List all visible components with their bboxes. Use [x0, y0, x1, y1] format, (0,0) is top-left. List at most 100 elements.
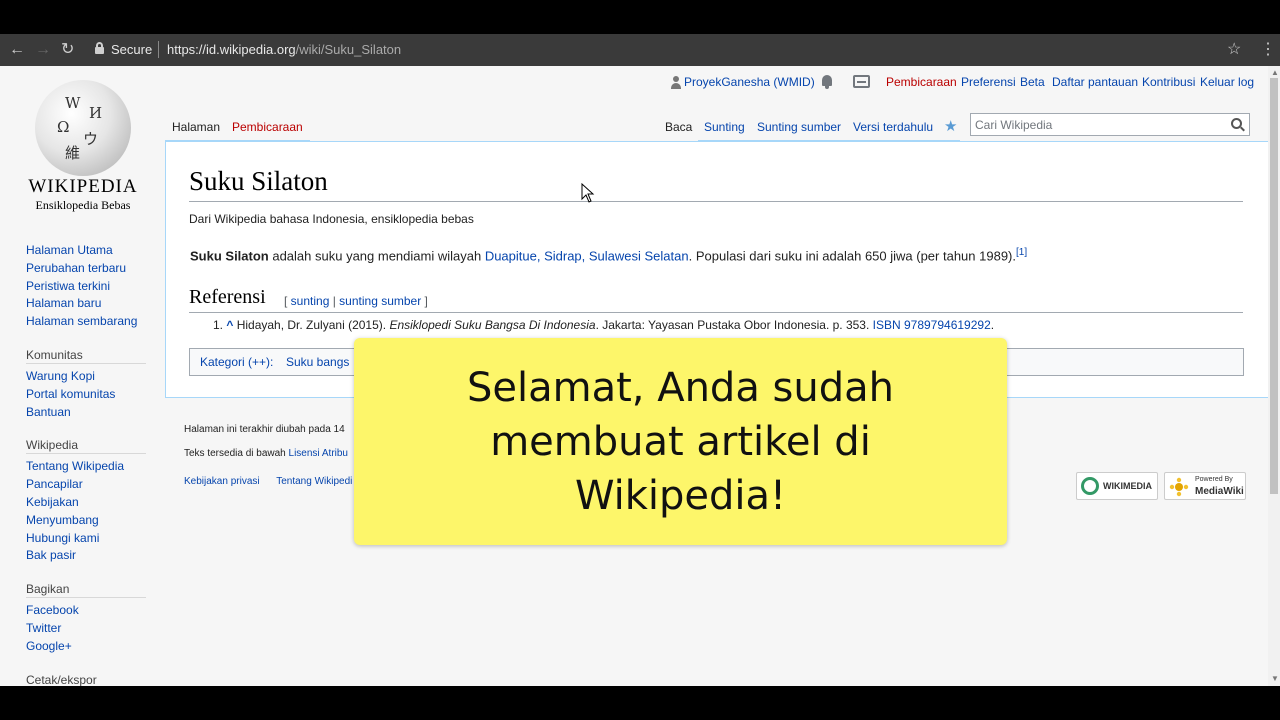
sidebar-item-about[interactable]: Tentang Wikipedia	[26, 458, 150, 476]
tab-edit-source[interactable]: Sunting sumber	[757, 120, 841, 134]
sidebar-item-policy[interactable]: Kebijakan	[26, 494, 150, 512]
sidebar-item-village-pump[interactable]: Warung Kopi	[26, 368, 150, 386]
sidebar-item-main-page[interactable]: Halaman Utama	[26, 242, 150, 260]
edit-source-section-link[interactable]: sunting sumber	[339, 294, 421, 308]
browser-toolbar: ← → ↻ Secure https://id.wikipedia.org/wi…	[0, 34, 1280, 66]
license-prefix: Teks tersedia di bawah	[184, 448, 289, 459]
personal-preferences-link[interactable]: Preferensi	[961, 75, 1016, 89]
ref-number: 1.	[213, 318, 227, 332]
footer-links: Kebijakan privasi Tentang Wikipedi	[184, 476, 366, 487]
personal-user-link[interactable]: ProyekGanesha (WMID)	[684, 75, 815, 89]
sidebar-item-googleplus[interactable]: Google+	[26, 638, 150, 656]
globe-glyph-icon: И	[89, 104, 103, 122]
search-input[interactable]	[971, 114, 1223, 135]
tab-history[interactable]: Versi terdahulu	[853, 120, 933, 134]
sidebar-item-community-portal[interactable]: Portal komunitas	[26, 386, 150, 404]
isbn-link[interactable]: ISBN 9789794619292	[873, 318, 991, 332]
reference-marker[interactable]: [1]	[1016, 247, 1027, 258]
sidebar-heading-wikipedia: Wikipedia	[26, 436, 146, 455]
license-link[interactable]: Lisensi Atribu	[289, 448, 348, 459]
notice-tray-icon[interactable]	[853, 75, 870, 88]
mediawiki-name-text: MediaWiki	[1195, 486, 1244, 497]
wikimedia-project-badge[interactable]: WIKIMEDIA	[1076, 472, 1158, 500]
personal-contributions-link[interactable]: Kontribusi	[1142, 75, 1195, 89]
search-box	[970, 113, 1250, 136]
sidebar-item-help[interactable]: Bantuan	[26, 404, 150, 422]
bold-term: Suku Silaton	[190, 248, 269, 264]
sidebar-item-facebook[interactable]: Facebook	[26, 602, 150, 620]
wikipedia-globe-logo[interactable]: W И Ω ウ 維	[35, 80, 131, 176]
back-arrow-icon[interactable]: ←	[9, 40, 25, 60]
wikimedia-badge-text: WIKIMEDIA	[1103, 481, 1152, 491]
logo-tagline: Ensiklopedia Bebas	[35, 198, 131, 212]
browser-menu-icon[interactable]: ⋮	[1260, 39, 1276, 59]
page-scrollbar[interactable]: ▲ ▼	[1268, 66, 1280, 686]
url-host: https://id.wikipedia.org	[167, 42, 296, 57]
bookmark-star-icon[interactable]: ☆	[1227, 39, 1241, 59]
globe-glyph-icon: W	[65, 94, 81, 112]
globe-glyph-icon: ウ	[83, 130, 99, 148]
sidebar-heading-print-export: Cetak/ekspor	[26, 671, 146, 686]
wikimedia-logo-icon	[1081, 477, 1099, 495]
congratulation-overlay: Selamat, Anda sudah membuat artikel di W…	[354, 338, 1007, 545]
sidebar-heading-community: Komunitas	[26, 346, 146, 364]
sidebar: Halaman Utama Perubahan terbaru Peristiw…	[26, 242, 150, 686]
notification-bell-icon[interactable]	[820, 74, 834, 90]
sidebar-item-random-page[interactable]: Halaman sembarang	[26, 313, 150, 331]
personal-beta-link[interactable]: Beta	[1020, 75, 1045, 89]
reference-item: 1. ^ Hidayah, Dr. Zulyani (2015). Ensikl…	[213, 318, 994, 332]
footer-privacy-link[interactable]: Kebijakan privasi	[184, 476, 260, 487]
user-icon	[671, 76, 681, 89]
sidebar-item-pillars[interactable]: Pancapilar	[26, 476, 150, 494]
tab-page[interactable]: Halaman	[172, 120, 220, 134]
watch-star-icon[interactable]: ★	[944, 117, 957, 135]
sidebar-item-new-pages[interactable]: Halaman baru	[26, 295, 150, 313]
place-link[interactable]: Duapitue, Sidrap, Sulawesi Selatan	[485, 248, 689, 263]
screen-top-bar	[0, 0, 1280, 34]
scroll-up-arrow-icon[interactable]: ▲	[1271, 68, 1279, 77]
heading-divider	[189, 201, 1243, 202]
url-path: /wiki/Suku_Silaton	[295, 42, 402, 57]
references-divider	[189, 312, 1243, 313]
scrollbar-thumb[interactable]	[1270, 78, 1278, 494]
overlay-message: Selamat, Anda sudah membuat artikel di W…	[467, 364, 894, 519]
screen-bottom-bar	[0, 686, 1280, 720]
sidebar-item-sandbox[interactable]: Bak pasir	[26, 547, 150, 565]
address-separator	[158, 41, 159, 58]
forward-arrow-icon[interactable]: →	[35, 40, 51, 60]
tab-edit[interactable]: Sunting	[704, 120, 745, 134]
footer-last-modified: Halaman ini terakhir diubah pada 14	[184, 424, 345, 435]
references-heading: Referensi	[189, 286, 266, 308]
reload-icon[interactable]: ↻	[61, 40, 74, 60]
globe-glyph-icon: 維	[65, 144, 81, 162]
personal-watchlist-link[interactable]: Daftar pantauan	[1052, 75, 1138, 89]
footer-about-link[interactable]: Tentang Wikipedi	[276, 476, 352, 487]
ref-publisher: . Jakarta: Yayasan Pustaka Obor Indonesi…	[595, 318, 873, 332]
tab-read[interactable]: Baca	[665, 120, 692, 134]
ref-end: .	[990, 318, 995, 332]
sidebar-item-twitter[interactable]: Twitter	[26, 620, 150, 638]
sidebar-item-donate[interactable]: Menyumbang	[26, 512, 150, 530]
globe-glyph-icon: Ω	[57, 118, 70, 136]
sidebar-item-recent-changes[interactable]: Perubahan terbaru	[26, 260, 150, 278]
mediawiki-powered-text: Powered By	[1195, 476, 1233, 483]
paragraph-text: . Populasi dari suku ini adalah 650 jiwa…	[688, 248, 1016, 264]
category-item-link[interactable]: Suku bangs	[286, 355, 349, 369]
mediawiki-flower-icon	[1169, 477, 1189, 497]
sidebar-item-contact[interactable]: Hubungi kami	[26, 530, 150, 548]
search-icon[interactable]	[1231, 118, 1242, 129]
personal-talk-link[interactable]: Pembicaraan	[886, 75, 957, 89]
logo-wordmark[interactable]: WIKIPEDIA	[22, 176, 144, 198]
site-subtitle: Dari Wikipedia bahasa Indonesia, ensiklo…	[189, 212, 474, 226]
scroll-down-arrow-icon[interactable]: ▼	[1271, 674, 1279, 683]
ref-author: Hidayah, Dr. Zulyani (2015).	[233, 318, 390, 332]
edit-section-link[interactable]: sunting	[291, 294, 330, 308]
secure-label: Secure	[111, 42, 153, 57]
tab-talk[interactable]: Pembicaraan	[232, 120, 303, 134]
section-edit-links: [ sunting | sunting sumber ]	[284, 294, 428, 308]
category-label-link[interactable]: Kategori (++):	[200, 355, 273, 369]
address-bar[interactable]: https://id.wikipedia.org/wiki/Suku_Silat…	[167, 42, 401, 57]
personal-logout-link[interactable]: Keluar log	[1200, 75, 1254, 89]
sidebar-item-current-events[interactable]: Peristiwa terkini	[26, 278, 150, 296]
powered-by-mediawiki-badge[interactable]: Powered By MediaWiki	[1164, 472, 1246, 500]
